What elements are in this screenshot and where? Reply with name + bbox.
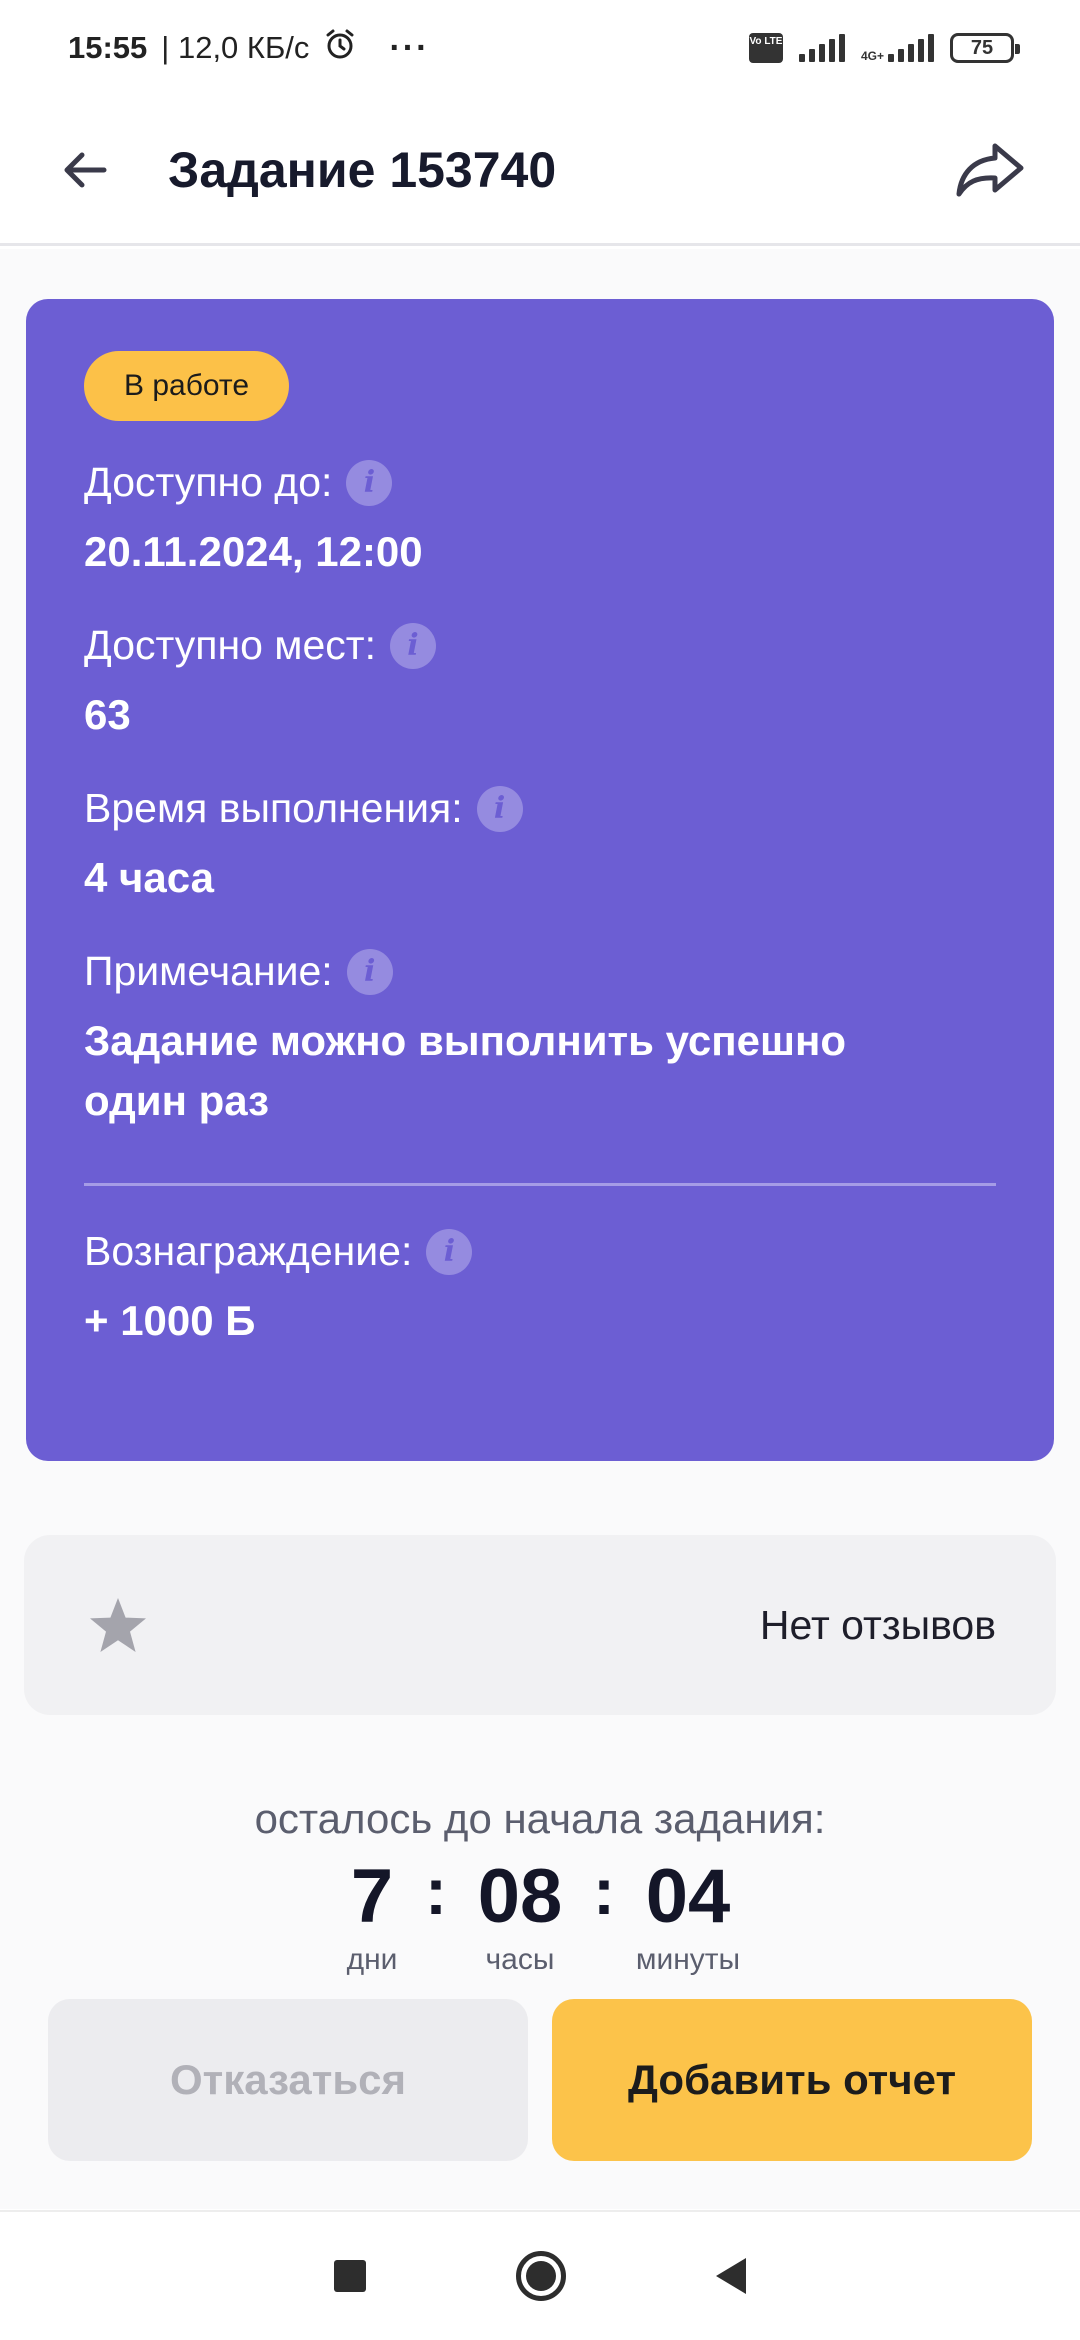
info-icon[interactable]: i [346, 948, 393, 995]
info-icon[interactable]: i [426, 1228, 473, 1275]
info-icon[interactable]: i [346, 459, 393, 506]
arrow-left-icon [64, 152, 107, 187]
back-triangle-icon[interactable] [716, 2258, 746, 2294]
info-icon[interactable]: i [389, 622, 436, 669]
hours-caption: часы [485, 1943, 555, 1976]
status-bar: 15:55 | 12,0 КБ/с ··· Vo LTE 4G+ 75 [0, 0, 1080, 96]
countdown-timer: 7 дни : 08 часы : 04 минуты [0, 1855, 1080, 1977]
status-bar-right: Vo LTE 4G+ 75 [748, 33, 1020, 63]
minutes-caption: минуты [635, 1943, 741, 1976]
home-circle-icon[interactable] [516, 2251, 566, 2301]
network-type: 4G+ [860, 49, 884, 63]
more-notifications-icon: ··· [389, 28, 430, 67]
battery-level: 75 [970, 37, 994, 59]
screen: 15:55 | 12,0 КБ/с ··· Vo LTE 4G+ 75 Зада… [0, 0, 1080, 2340]
app-bar: Задание 153740 [0, 96, 1080, 246]
time-separator: : [425, 1854, 447, 1928]
signal-4g-icon: 4G+ [861, 34, 934, 62]
info-icon[interactable]: i [476, 785, 523, 832]
time-separator: : [593, 1854, 615, 1928]
days-caption: дни [346, 1943, 398, 1976]
reviews-text: Нет отзывов [759, 1601, 996, 1648]
clock: 15:55 [68, 30, 148, 65]
reviews-panel[interactable]: Нет отзывов [24, 1535, 1056, 1715]
back-button[interactable] [40, 125, 130, 215]
recents-square-icon[interactable] [334, 2260, 366, 2292]
duration-label: Время выполнения: [84, 785, 463, 831]
field-duration: Время выполнения: i 4 часа [84, 785, 996, 908]
available-slots-label: Доступно мест: [84, 622, 376, 668]
field-note: Примечание: i Задание можно выполнить ус… [84, 948, 996, 1131]
countdown-label: осталось до начала задания: [254, 1795, 826, 1842]
share-button[interactable] [940, 125, 1040, 215]
task-info-card: В работе Доступно до: i 20.11.2024, 12:0… [26, 299, 1054, 1461]
countdown-days: 7 дни [337, 1855, 407, 1977]
share-icon [956, 143, 1024, 196]
system-nav-bar [0, 2210, 1080, 2340]
divider [84, 1183, 996, 1186]
content-area: В работе Доступно до: i 20.11.2024, 12:0… [0, 249, 1080, 2209]
reward-label: Вознаграждение: [84, 1228, 413, 1274]
minutes-value: 04 [645, 1854, 731, 1939]
status-badge: В работе [84, 351, 290, 421]
available-slots-value: 63 [84, 691, 131, 738]
signal-icon [798, 34, 845, 62]
note-value: Задание можно выполнить успешно один раз [84, 1017, 847, 1124]
field-available-until: Доступно до: i 20.11.2024, 12:00 [84, 459, 996, 582]
battery-icon: 75 [950, 33, 1020, 63]
add-report-button[interactable]: Добавить отчет [552, 1999, 1032, 2161]
duration-value: 4 часа [84, 854, 214, 901]
volte-icon: Vo LTE [748, 33, 783, 63]
days-value: 7 [350, 1854, 394, 1939]
countdown-minutes: 04 минуты [633, 1855, 743, 1977]
page-title: Задание 153740 [168, 141, 557, 198]
hours-value: 08 [477, 1854, 563, 1939]
alarm-icon [323, 27, 357, 69]
reward-value: + 1000 Б [84, 1297, 256, 1344]
decline-button[interactable]: Отказаться [48, 1999, 528, 2161]
countdown-hours: 08 часы [465, 1855, 575, 1977]
available-until-label: Доступно до: [84, 459, 333, 505]
network-speed: | 12,0 КБ/с [161, 30, 310, 65]
status-bar-left: 15:55 | 12,0 КБ/с ··· [68, 27, 429, 69]
available-until-value: 20.11.2024, 12:00 [84, 528, 423, 575]
field-available-slots: Доступно мест: i 63 [84, 622, 996, 745]
field-reward: Вознаграждение: i + 1000 Б [84, 1228, 996, 1351]
star-icon [90, 1598, 146, 1652]
note-label: Примечание: [84, 948, 333, 994]
